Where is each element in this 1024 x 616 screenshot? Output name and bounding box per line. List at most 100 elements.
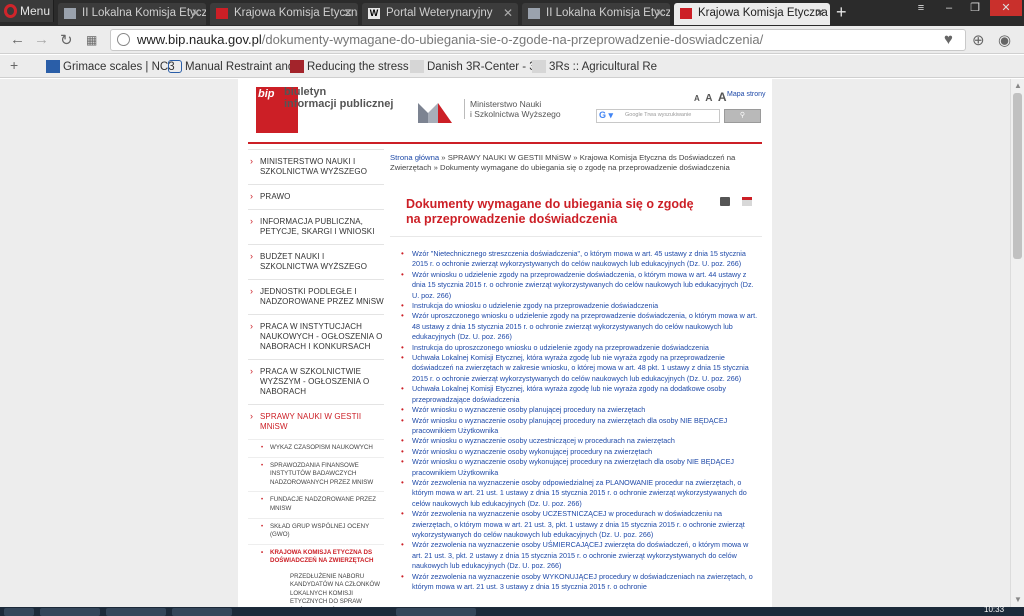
nav-subitem-financial-reports[interactable]: SPRAWOZDANIA FINANSOWE INSTYTUTÓW BADAWC… (248, 456, 384, 492)
search-input[interactable]: G ▾ Google Trwa wyszukiwanie (596, 109, 720, 123)
taskbar-app[interactable] (172, 608, 232, 616)
add-bookmark-icon[interactable]: + (10, 57, 18, 73)
breadcrumb-separator: » (431, 163, 441, 172)
breadcrumb-current: Dokumenty wymagane do ubiegania się o zg… (440, 163, 730, 172)
nav-item-jobs-institutes[interactable]: PRACA W INSTYTUCJACH NAUKOWYCH - OGŁOSZE… (248, 314, 384, 359)
nav-item-ministry[interactable]: MINISTERSTWO NAUKI I SZKOLNICTWA WYŻSZEG… (248, 149, 384, 184)
breadcrumb-home[interactable]: Strona główna (390, 153, 439, 162)
document-link[interactable]: Wzór wniosku o wyznaczenie osoby uczestn… (400, 436, 760, 447)
breadcrumb-separator: » (571, 153, 580, 162)
taskbar-app[interactable] (106, 608, 166, 616)
opera-menu-button[interactable]: Menu (0, 0, 54, 22)
nav-subitem-gwo[interactable]: SKŁAD GRUP WSPÓLNEJ OCENY (GWO) (248, 517, 384, 544)
close-tab-icon[interactable]: ✕ (191, 3, 201, 24)
document-link[interactable]: Uchwała Lokalnej Komisji Etycznej, która… (400, 384, 760, 405)
site-map-link[interactable]: Mapa strony (727, 91, 766, 98)
document-link[interactable]: Instrukcja do wniosku o udzielenie zgody… (400, 301, 760, 312)
nav-subitem-journals[interactable]: WYKAZ CZASOPISM NAUKOWYCH (248, 439, 384, 457)
font-large-button[interactable]: A (718, 90, 727, 104)
tab-menu-icon[interactable]: ≡ (908, 0, 934, 16)
document-link[interactable]: Wzór zezwolenia na wyznaczenie osoby UCZ… (400, 509, 760, 540)
tab-3[interactable]: W Portal Weterynaryjny ✕ (362, 3, 518, 25)
scroll-up-icon[interactable]: ▲ (1013, 81, 1023, 90)
w-favicon-icon: W (368, 8, 380, 19)
nav-item-budget[interactable]: BUDŻET NAUKI I SZKOLNICTWA WYŻSZEGO (248, 244, 384, 279)
font-medium-button[interactable]: A (705, 93, 712, 104)
new-tab-button[interactable]: + (836, 2, 847, 23)
vertical-scrollbar[interactable]: ▲ ▼ (1010, 79, 1024, 607)
bookmark-heart-icon[interactable]: ♥ (944, 31, 953, 48)
close-tab-icon[interactable]: ✕ (503, 3, 513, 24)
back-icon[interactable]: ← (10, 31, 25, 48)
nav-item-science-affairs[interactable]: SPRAWY NAUKI W GESTII MNiSW (248, 404, 384, 439)
bookmark-item[interactable]: Grimace scales | NC3 (46, 59, 175, 75)
bookmark-label: Grimace scales | NC3 (63, 61, 175, 73)
document-link[interactable]: Uchwała Lokalnej Komisji Etycznej, która… (400, 353, 760, 384)
tab-2[interactable]: Krajowa Komisja Etyczna ds ✕ (210, 3, 358, 25)
document-link[interactable]: Wzór wniosku o wyznaczenie osoby wykonuj… (400, 447, 760, 458)
document-link[interactable]: Wzór wniosku o wyznaczenie osoby wykonuj… (400, 457, 760, 478)
url-host: www.bip.nauka.gov.pl (137, 32, 262, 47)
bookmark-item[interactable]: Manual Restraint and (168, 59, 294, 75)
ministry-name: Ministerstwo Nauki i Szkolnictwa Wyższeg… (464, 99, 561, 119)
nav-subitem-ethics-committee[interactable]: KRAJOWA KOMISJA ETYCZNA DS DOŚWIADCZEŃ N… (248, 543, 384, 570)
nav-item-public-info[interactable]: INFORMACJA PUBLICZNA, PETYCJE, SKARGI I … (248, 209, 384, 244)
document-link[interactable]: Wzór wniosku o wyznaczenie osoby planują… (400, 416, 760, 437)
bookmark-item[interactable]: 3Rs :: Agricultural Re (532, 59, 657, 75)
reload-icon[interactable]: ↻ (60, 31, 73, 49)
chat-icon (168, 60, 182, 73)
document-link[interactable]: Wzór wniosku o wyznaczenie osoby planują… (400, 405, 760, 416)
document-link[interactable]: Instrukcja do uproszczonego wniosku o ud… (400, 343, 760, 354)
breadcrumb-level-1[interactable]: SPRAWY NAUKI W GESTII MNiSW (448, 153, 571, 162)
page-title: Dokumenty wymagane do ubiegania się o zg… (406, 197, 694, 226)
close-tab-icon[interactable]: ✕ (343, 3, 353, 24)
tab-label: II Lokalna Komisja Etyczna (82, 7, 206, 19)
close-window-icon[interactable]: ✕ (990, 0, 1022, 16)
taskbar-app[interactable] (40, 608, 100, 616)
pdf-icon[interactable] (742, 197, 753, 206)
tab-4[interactable]: II Lokalna Komisja Etyczna ✕ (522, 3, 670, 25)
menu-label: Menu (20, 4, 51, 18)
nav-item-law[interactable]: PRAWO (248, 184, 384, 209)
tab-1[interactable]: II Lokalna Komisja Etyczna ✕ (58, 3, 206, 25)
bookmark-item[interactable]: Reducing the stress o (290, 59, 418, 75)
nav-item-jobs-universities[interactable]: PRACA W SZKOLNICTWIE WYŻSZYM - OGŁOSZENI… (248, 359, 384, 404)
font-small-button[interactable]: A (694, 94, 700, 103)
document-link[interactable]: Wzór wniosku o udzielenie zgody na przep… (400, 270, 760, 301)
close-tab-icon[interactable]: ✕ (815, 3, 825, 24)
document-link[interactable]: Wzór "Nietechnicznego streszczenia doświ… (400, 249, 760, 270)
bip-line-2: informacji publicznej (284, 98, 394, 110)
document-link[interactable]: Wzór zezwolenia na wyznaczenie osoby UŚM… (400, 540, 760, 571)
restore-icon[interactable]: ❐ (962, 0, 988, 16)
nav-subitem-foundations[interactable]: FUNDACJE NADZOROWANE PRZEZ MNISW (248, 491, 384, 517)
document-link[interactable]: Wzór zezwolenia na wyznaczenie osoby WYK… (400, 572, 760, 593)
ministry-line-1: Ministerstwo Nauki (470, 99, 542, 109)
print-icon[interactable] (720, 197, 730, 206)
search-button[interactable]: ⚲ (724, 109, 761, 123)
bookmark-label: 3Rs :: Agricultural Re (549, 61, 658, 73)
nc3rs-icon (46, 60, 60, 73)
nav-item-units[interactable]: JEDNOSTKI PODLEGŁE I NADZOROWANE PRZEZ M… (248, 279, 384, 314)
scroll-thumb[interactable] (1013, 93, 1022, 259)
bookmark-item[interactable]: Danish 3R-Center - 3 (410, 59, 536, 75)
close-tab-icon[interactable]: ✕ (655, 3, 665, 24)
ministry-logo-icon[interactable] (418, 101, 452, 123)
scroll-down-icon[interactable]: ▼ (1013, 595, 1023, 604)
page-icon (532, 60, 546, 73)
download-icon[interactable]: ⊕ (972, 31, 985, 49)
tab-5-active[interactable]: Krajowa Komisja Etyczna ✕ (674, 3, 830, 25)
breadcrumb-separator: » (439, 153, 448, 162)
start-button[interactable] (4, 608, 34, 616)
speed-dial-icon[interactable]: ▦ (86, 33, 97, 47)
minimize-icon[interactable]: – (936, 0, 962, 16)
globe-icon (117, 33, 130, 46)
document-link[interactable]: Wzór uproszczonego wniosku o udzielenie … (400, 311, 760, 342)
forward-icon[interactable]: → (34, 31, 49, 48)
document-link[interactable]: Wzór zezwolenia na wyznaczenie osoby odp… (400, 478, 760, 509)
account-icon[interactable]: ◉ (998, 31, 1011, 49)
nav-subsubitem-recruitment[interactable]: PRZEDŁUŻENIE NABORU KANDYDATÓW NA CZŁONK… (248, 570, 384, 607)
url-field[interactable]: www.bip.nauka.gov.pl/dokumenty-wymagane-… (110, 29, 966, 51)
bookmark-label: Reducing the stress o (307, 61, 419, 73)
tab-label: II Lokalna Komisja Etyczna (546, 7, 670, 19)
taskbar-app[interactable] (396, 608, 476, 616)
